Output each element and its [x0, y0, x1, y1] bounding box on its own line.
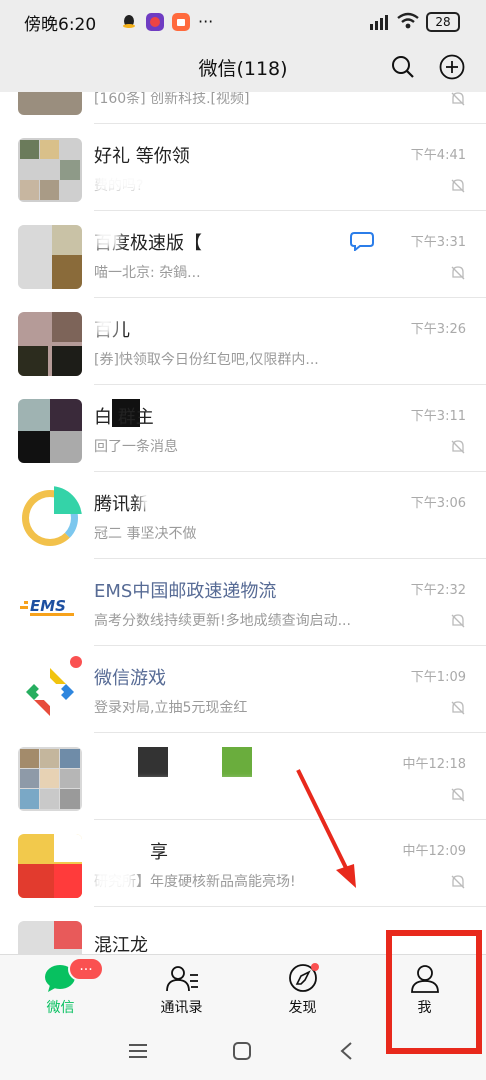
- search-icon[interactable]: [390, 54, 416, 80]
- tab-discover[interactable]: 发现: [242, 955, 363, 1025]
- tab-label: 发现: [288, 1000, 317, 1016]
- chat-list[interactable]: [160条] 创新科技.[视频] 好礼 等你领 费的吗? 下午4:41 百度极速…: [0, 92, 486, 954]
- shopping-app-icon: [172, 13, 190, 31]
- home-icon[interactable]: [232, 1041, 252, 1061]
- annotation-highlight-box: [386, 930, 482, 1054]
- tab-contacts[interactable]: 通讯录: [121, 955, 242, 1025]
- menu-icon[interactable]: [128, 1042, 148, 1060]
- tab-label: 微信: [46, 1000, 75, 1016]
- status-bar: 傍晚6:20 ··· 28: [0, 0, 486, 44]
- contacts-icon: [165, 963, 199, 993]
- back-icon[interactable]: [338, 1041, 354, 1061]
- status-time: 傍晚6:20: [24, 15, 97, 35]
- unread-badge: ···: [68, 957, 104, 981]
- tab-chats[interactable]: ··· 微信: [0, 955, 121, 1025]
- compass-icon: [288, 963, 320, 993]
- app-icon: [146, 13, 164, 31]
- header: 微信(118): [0, 44, 486, 92]
- wifi-icon: [396, 12, 420, 30]
- signal-icon: [370, 14, 390, 30]
- annotation-arrow: [296, 769, 356, 888]
- more-notifications-icon: ···: [198, 12, 214, 31]
- tab-label: 通讯录: [160, 1000, 203, 1016]
- add-icon[interactable]: [438, 53, 466, 81]
- qq-icon: [122, 14, 136, 30]
- battery-icon: 28: [426, 12, 460, 32]
